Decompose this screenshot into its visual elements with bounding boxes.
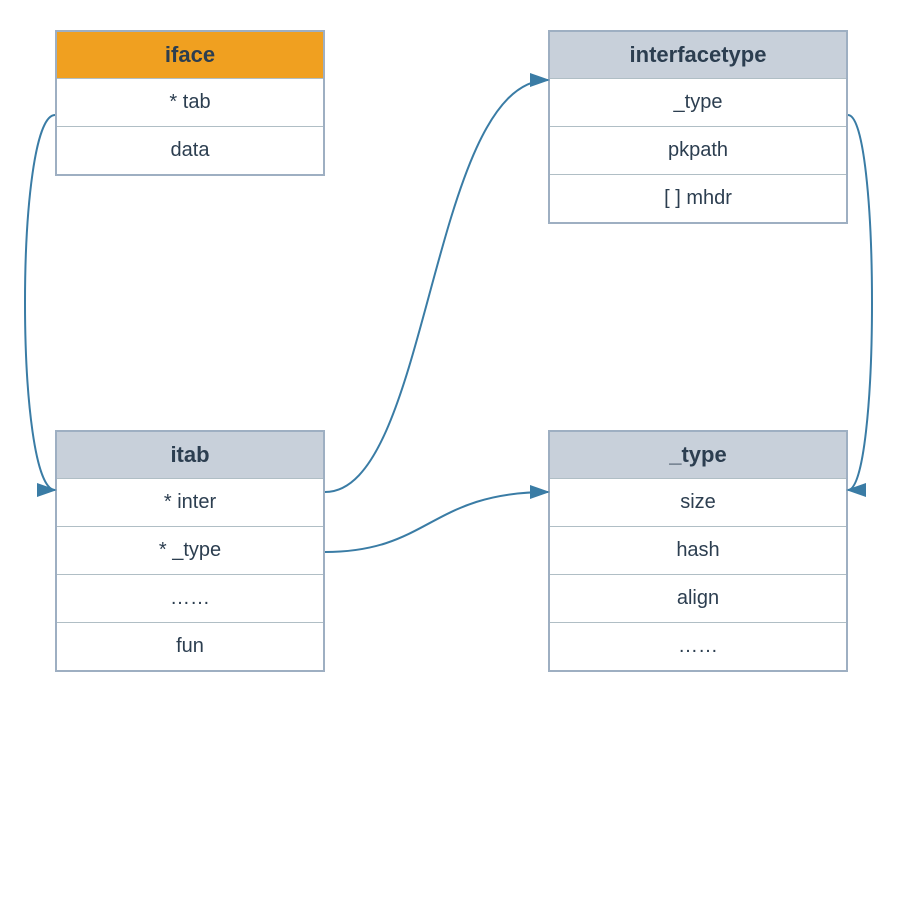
iface-box: iface * tab data [55,30,325,176]
type-title: _type [550,432,846,478]
iface-field-tab: * tab [57,78,323,126]
iface-field-data: data [57,126,323,174]
itab-field-dots: …… [57,574,323,622]
arrow-itab-type-to-type [325,492,548,552]
itab-title: itab [57,432,323,478]
arrow-interfacetype-to-type [848,115,872,490]
type-field-align: align [550,574,846,622]
interfacetype-field-pkpath: pkpath [550,126,846,174]
itab-field-fun: fun [57,622,323,670]
iface-title: iface [57,32,323,78]
diagram: iface * tab data interfacetype _type pkp… [0,0,904,906]
itab-box: itab * inter * _type …… fun [55,430,325,672]
itab-field-inter: * inter [57,478,323,526]
interfacetype-field-mhdr: [ ] mhdr [550,174,846,222]
itab-field-type: * _type [57,526,323,574]
interfacetype-field-type: _type [550,78,846,126]
interfacetype-box: interfacetype _type pkpath [ ] mhdr [548,30,848,224]
type-field-size: size [550,478,846,526]
type-field-dots: …… [550,622,846,670]
interfacetype-title: interfacetype [550,32,846,78]
type-field-hash: hash [550,526,846,574]
arrow-itab-inter-to-interfacetype [325,80,548,492]
arrow-iface-to-itab [25,115,55,490]
type-box: _type size hash align …… [548,430,848,672]
